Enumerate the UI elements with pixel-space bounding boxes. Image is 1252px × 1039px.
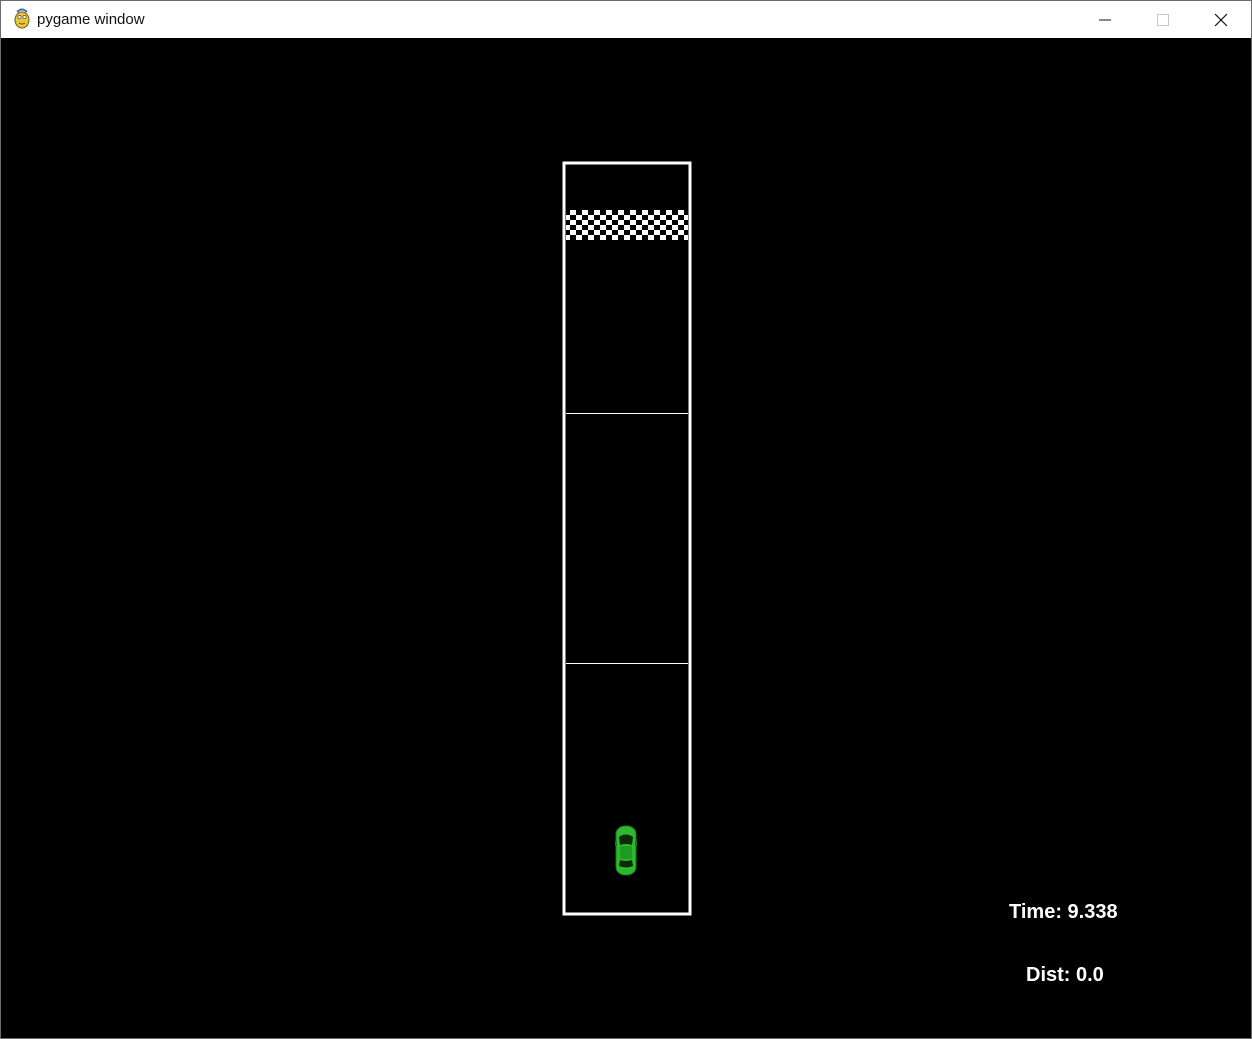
distance-readout: Dist: 0.0 [1026, 964, 1104, 987]
maximize-icon [1157, 13, 1169, 26]
pygame-snake-icon [14, 8, 30, 29]
game-scene [562, 161, 692, 916]
minimize-button[interactable] [1076, 1, 1134, 38]
window-title: pygame window [37, 11, 145, 28]
dist-value: 0.0 [1076, 964, 1104, 986]
finish-line [566, 210, 688, 240]
track-border [562, 161, 692, 916]
maximize-button[interactable] [1134, 1, 1192, 38]
title-bar[interactable]: pygame window [1, 1, 1251, 38]
game-canvas[interactable]: Time: 9.338 Dist: 0.0 [1, 38, 1251, 1038]
player-car [615, 825, 637, 876]
time-label: Time: [1009, 901, 1068, 923]
dist-label: Dist: [1026, 964, 1076, 986]
close-button[interactable] [1192, 1, 1250, 38]
time-readout: Time: 9.338 [1009, 901, 1118, 924]
minimize-icon [1099, 19, 1111, 20]
pygame-window: pygame window Time: 9.338 Dist: 0.0 [0, 0, 1252, 1039]
time-value: 9.338 [1067, 901, 1118, 923]
close-icon [1214, 13, 1228, 26]
